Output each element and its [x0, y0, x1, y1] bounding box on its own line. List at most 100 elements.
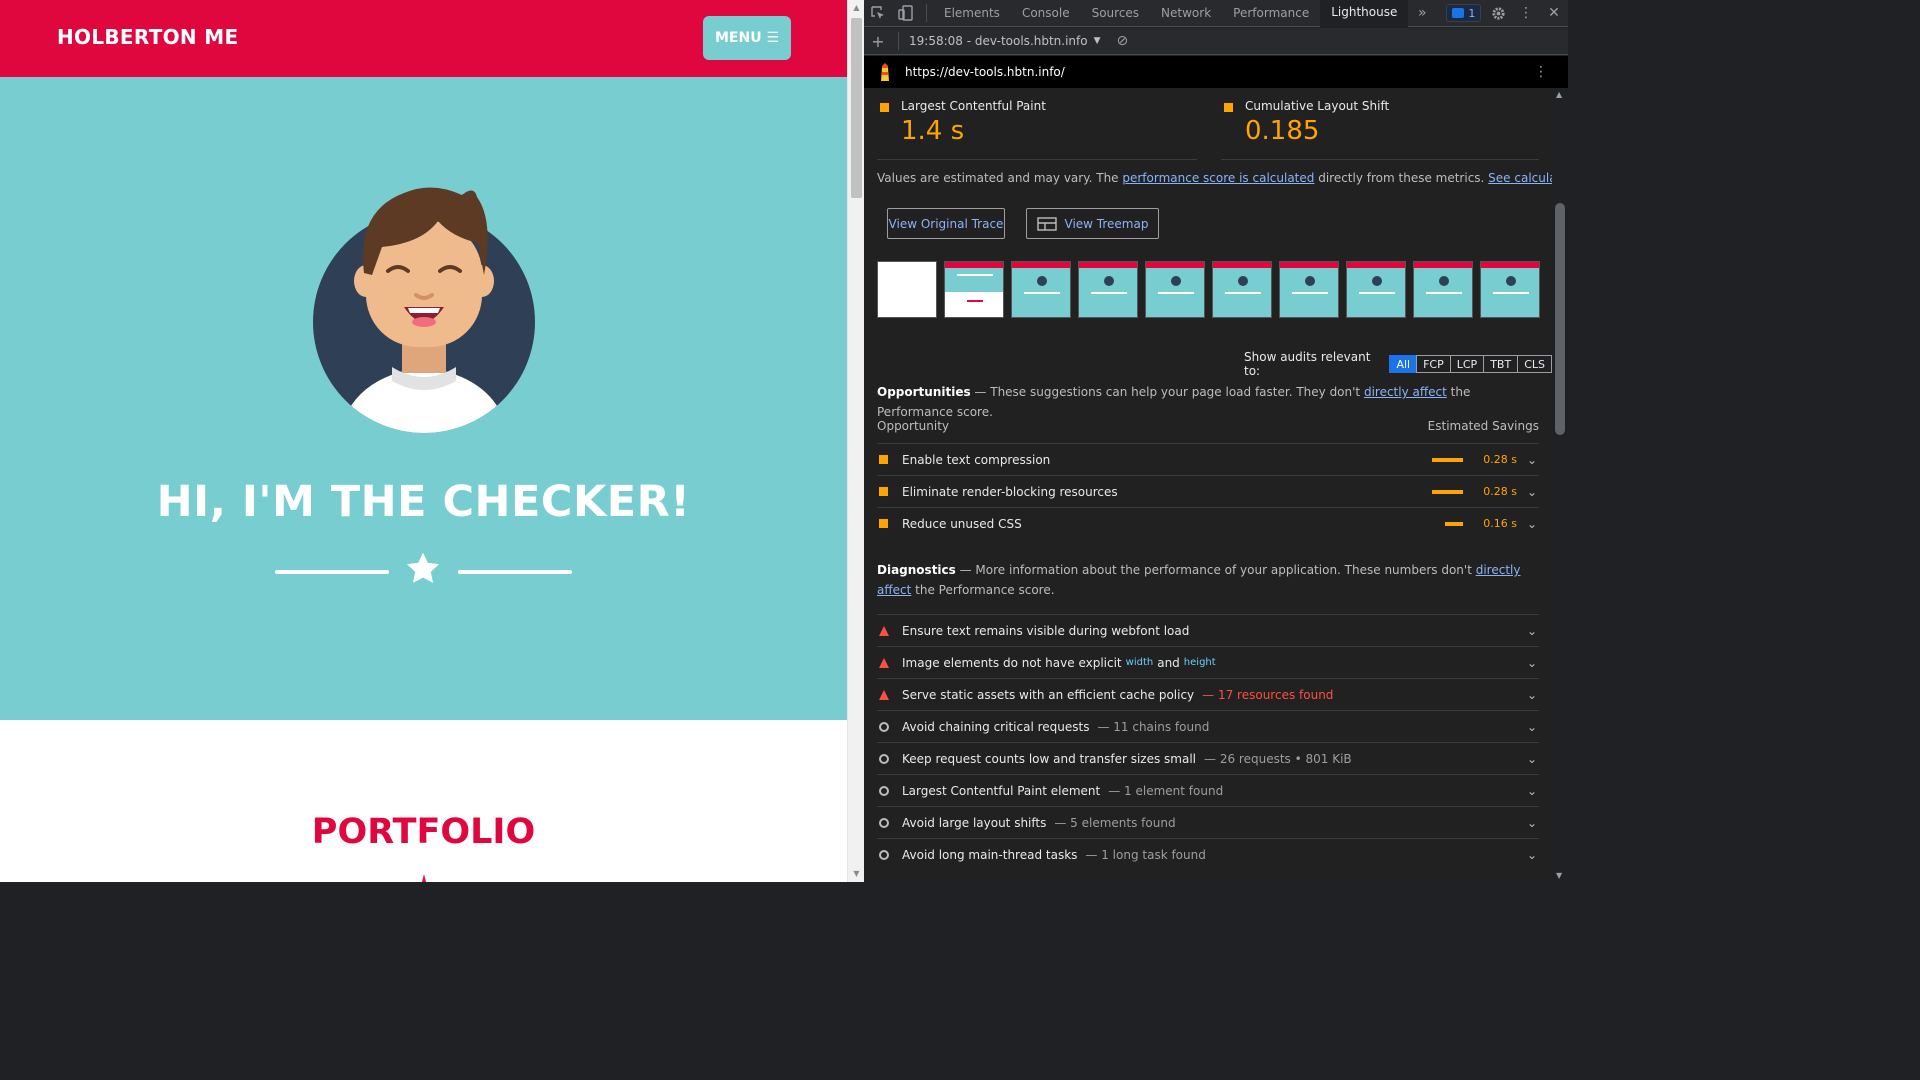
filter-chip-tbt[interactable]: TBT — [1483, 355, 1519, 373]
lighthouse-logo-icon — [881, 63, 889, 81]
diagnostic-row[interactable]: Ensure text remains visible during webfo… — [877, 614, 1539, 646]
chevron-down-icon[interactable]: ⌄ — [1525, 656, 1539, 670]
close-icon[interactable]: ✕ — [1540, 0, 1568, 27]
diagnostic-row[interactable]: Largest Contentful Paint element — 1 ele… — [877, 774, 1539, 806]
values-note-text: Values are estimated and may vary. The — [877, 171, 1123, 185]
lighthouse-toolbar: + 19:58:08 - dev-tools.hbtn.info ▼ ⊘ — [864, 28, 1568, 55]
chevron-down-icon[interactable]: ⌄ — [1525, 720, 1539, 734]
metric-divider — [1221, 159, 1539, 160]
scrollbar-thumb[interactable] — [1555, 203, 1565, 435]
message-icon — [1452, 8, 1465, 18]
metric-value: 1.4 s — [901, 116, 965, 146]
chevron-down-icon[interactable]: ⌄ — [1525, 453, 1539, 467]
metric-divider — [877, 159, 1197, 160]
messages-badge[interactable]: 1 — [1446, 4, 1482, 22]
info-circle-icon — [879, 785, 889, 796]
info-circle-icon — [879, 721, 889, 732]
chevron-down-icon[interactable]: ⌄ — [1525, 752, 1539, 766]
diagnostic-detail: — 26 requests • 801 KiB — [1204, 751, 1352, 766]
scroll-down-icon[interactable]: ▼ — [1556, 871, 1562, 880]
report-url[interactable]: https://dev-tools.hbtn.info/ — [905, 65, 1065, 79]
tab-network[interactable]: Network — [1150, 0, 1222, 27]
kebab-menu-icon[interactable]: ⋮ — [1534, 64, 1548, 80]
diagnostic-row[interactable]: Image elements do not have explicit widt… — [877, 646, 1539, 678]
kebab-menu-icon[interactable]: ⋮ — [1512, 0, 1540, 27]
tab-sources[interactable]: Sources — [1081, 0, 1150, 27]
scroll-up-icon[interactable]: ▲ — [1556, 90, 1562, 99]
device-toolbar-icon[interactable] — [892, 0, 920, 27]
avatar-illustration — [313, 187, 535, 433]
diagnostic-label: Image elements do not have explicit — [902, 655, 1122, 670]
opportunity-label: Eliminate render-blocking resources — [902, 484, 1118, 499]
report-selector[interactable]: 19:58:08 - dev-tools.hbtn.info — [909, 34, 1088, 48]
chevron-down-icon[interactable]: ⌄ — [1525, 485, 1539, 499]
chevron-down-icon[interactable]: ⌄ — [1525, 517, 1539, 531]
opportunity-row[interactable]: Reduce unused CSS 0.16 s ⌄ — [877, 507, 1539, 539]
filter-chip-cls[interactable]: CLS — [1517, 355, 1552, 373]
chevron-down-icon[interactable]: ⌄ — [1525, 624, 1539, 638]
metric-average-icon — [880, 103, 889, 112]
portfolio-title: PORTFOLIO — [311, 812, 536, 852]
caret-down-icon[interactable]: ▼ — [1094, 36, 1101, 46]
tab-console[interactable]: Console — [1011, 0, 1081, 27]
opportunity-row[interactable]: Eliminate render-blocking resources 0.28… — [877, 475, 1539, 507]
filmstrip-frame — [877, 261, 937, 318]
see-calculator-link[interactable]: See calculator. — [1488, 171, 1552, 185]
metric-label: Cumulative Layout Shift — [1245, 99, 1390, 113]
fail-triangle-icon — [879, 657, 889, 668]
scroll-up-icon[interactable]: ▲ — [848, 0, 865, 16]
opportunity-row[interactable]: Enable text compression 0.28 s ⌄ — [877, 443, 1539, 475]
diagnostic-detail: — 1 long task found — [1085, 847, 1206, 862]
chevron-down-icon[interactable]: ⌄ — [1525, 848, 1539, 862]
site-header: HOLBERTON ME MENU ☰ — [0, 0, 847, 77]
scrollbar-thumb[interactable] — [851, 18, 862, 198]
directly-affect-link[interactable]: directly affect — [1364, 385, 1447, 399]
view-treemap-label: View Treemap — [1064, 216, 1149, 231]
diagnostics-title: Diagnostics — [877, 563, 956, 577]
tab-performance[interactable]: Performance — [1222, 0, 1320, 27]
info-circle-icon — [879, 753, 889, 764]
filter-chip-all[interactable]: All — [1389, 355, 1418, 373]
clear-icon[interactable]: ⊘ — [1117, 33, 1129, 49]
tab-lighthouse[interactable]: Lighthouse — [1320, 0, 1409, 27]
report-scrollbar[interactable]: ▲ ▼ — [1552, 88, 1568, 882]
gear-icon[interactable] — [1484, 0, 1512, 27]
filmstrip-frame — [1145, 261, 1205, 318]
diagnostic-row[interactable]: Keep request counts low and transfer siz… — [877, 742, 1539, 774]
more-tabs-icon[interactable]: » — [1408, 0, 1436, 27]
diagnostic-row[interactable]: Avoid large layout shifts — 5 elements f… — [877, 806, 1539, 838]
filmstrip-frame — [1480, 261, 1540, 318]
opportunity-label: Enable text compression — [902, 452, 1051, 467]
site-brand[interactable]: HOLBERTON ME — [57, 25, 238, 49]
filter-chip-fcp[interactable]: FCP — [1416, 355, 1451, 373]
info-circle-icon — [879, 849, 889, 860]
chevron-down-icon[interactable]: ⌄ — [1525, 816, 1539, 830]
opportunity-table-header: Opportunity Estimated Savings — [877, 419, 1539, 433]
diagnostic-detail: — 11 chains found — [1097, 719, 1210, 734]
tab-elements[interactable]: Elements — [933, 0, 1011, 27]
scroll-down-icon[interactable]: ▼ — [848, 866, 865, 882]
inspect-element-icon[interactable] — [864, 0, 892, 27]
diagnostic-label: Ensure text remains visible during webfo… — [902, 623, 1190, 638]
filmstrip-frame — [1279, 261, 1339, 318]
filmstrip-frame — [1212, 261, 1272, 318]
diagnostic-row[interactable]: Avoid long main-thread tasks — 1 long ta… — [877, 838, 1539, 870]
score-calculated-link[interactable]: performance score is calculated — [1122, 171, 1314, 185]
menu-button[interactable]: MENU ☰ — [703, 16, 791, 60]
view-original-trace-button[interactable]: View Original Trace — [887, 208, 1005, 239]
opportunities-intro: Opportunities — These suggestions can he… — [877, 382, 1537, 422]
diagnostic-row[interactable]: Avoid chaining critical requests — 11 ch… — [877, 710, 1539, 742]
diagnostic-label: Serve static assets with an efficient ca… — [902, 687, 1195, 702]
chevron-down-icon[interactable]: ⌄ — [1525, 784, 1539, 798]
filmstrip-frame — [1011, 261, 1071, 318]
chevron-down-icon[interactable]: ⌄ — [1525, 688, 1539, 702]
star-icon — [422, 874, 426, 882]
filter-chip-lcp[interactable]: LCP — [1449, 355, 1485, 373]
website-scrollbar[interactable]: ▲ ▼ — [847, 0, 864, 882]
diagnostic-row[interactable]: Serve static assets with an efficient ca… — [877, 678, 1539, 710]
plus-icon[interactable]: + — [864, 28, 892, 55]
audit-filter: Show audits relevant to: All FCP LCP TBT… — [1244, 350, 1552, 378]
view-treemap-button[interactable]: View Treemap — [1026, 208, 1159, 239]
intro-text: the Performance score. — [911, 583, 1055, 597]
opportunity-label: Reduce unused CSS — [902, 516, 1022, 531]
